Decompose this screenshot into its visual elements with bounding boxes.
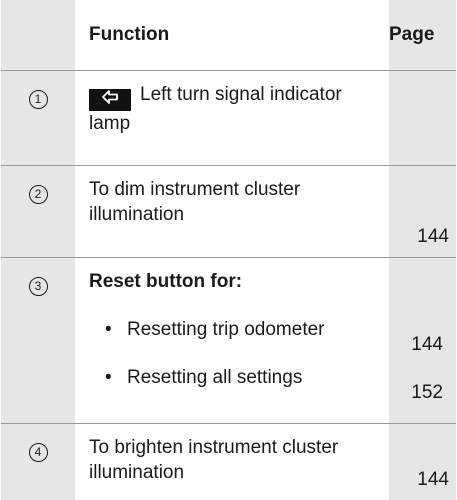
row-function-cell: Left turn signal indicator lamp [75, 69, 389, 165]
left-arrow-icon [102, 89, 118, 104]
list-item: • Resetting all settings [89, 365, 379, 390]
row-function-cell: Reset button for: • Resetting trip odome… [75, 256, 389, 423]
row-page-number: 144 [417, 225, 449, 247]
row-number-cell: 3 [1, 256, 75, 423]
row-page-cell: 144 152 [389, 256, 456, 423]
left-turn-signal-badge [89, 88, 131, 111]
header-number [1, 0, 75, 71]
row-number-cell: 1 [1, 69, 75, 165]
row-page-number: 152 [411, 381, 443, 403]
row-function-text: To brighten instrument cluster illuminat… [89, 436, 339, 483]
row-page-number: 144 [411, 333, 443, 355]
row-number-cell: 4 [1, 422, 75, 500]
list-item-text: Resetting all settings [127, 366, 303, 388]
row-function-cell: To brighten instrument cluster illuminat… [75, 422, 389, 500]
row-number-badge: 3 [28, 276, 48, 296]
row-page-cell: 144 [389, 422, 456, 500]
row-function-text: To dim instrument cluster illumination [89, 178, 301, 225]
row-number-badge: 4 [28, 442, 48, 462]
bullet-dot: • [105, 318, 112, 340]
function-table: Function Page 1 Left turn signal indicat… [1, 0, 456, 500]
row-number-badge: 1 [28, 89, 48, 109]
row-number-cell: 2 [1, 164, 75, 257]
table-header-row: Function Page [1, 0, 456, 71]
header-function: Function [75, 0, 389, 71]
row-function-cell: To dim instrument cluster illumination [75, 164, 389, 257]
row-number-badge: 2 [28, 184, 48, 204]
table-row: 4 To brighten instrument cluster illumin… [1, 422, 456, 500]
table-row: 3 Reset button for: • Resetting trip odo… [1, 256, 456, 423]
list-item-text: Resetting trip odometer [127, 318, 325, 340]
row-page-cell: 144 [389, 164, 456, 257]
header-page: Page [389, 0, 456, 71]
row-page-number: 144 [417, 469, 449, 490]
table-row: 2 To dim instrument cluster illumination… [1, 164, 456, 257]
list-item: • Resetting trip odometer [89, 317, 379, 342]
bullet-dot: • [105, 366, 112, 388]
table-row: 1 Left turn signal indicator lamp [1, 69, 456, 165]
row-function-heading: Reset button for: [89, 270, 243, 292]
row-page-cell [389, 69, 456, 165]
